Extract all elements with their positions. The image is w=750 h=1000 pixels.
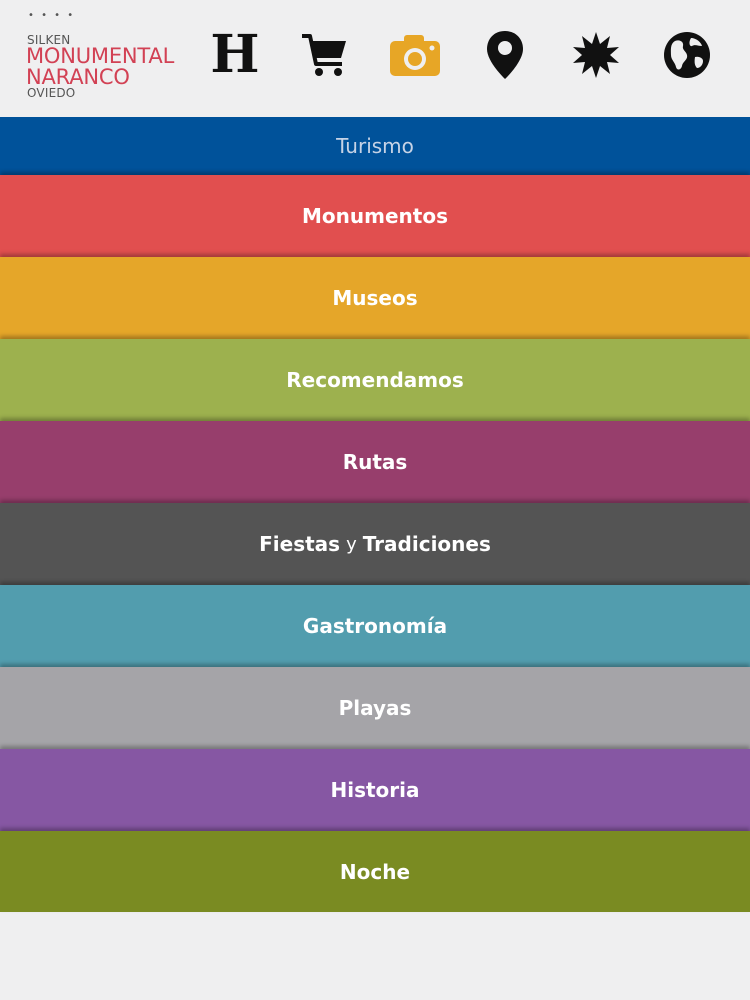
menu-item-playas[interactable]: Playas (0, 667, 750, 749)
menu-item-label: Fiestas (259, 532, 341, 556)
hotel-icon[interactable]: H (205, 25, 265, 85)
menu-title-label: Turismo (336, 134, 414, 158)
logo-dots: • • • • (28, 10, 76, 21)
menu-item-historia[interactable]: Historia (0, 749, 750, 831)
menu-item-label: Gastronomía (302, 614, 448, 638)
menu-item-label: Historia (330, 778, 420, 802)
menu-item-label: Tradiciones (362, 532, 491, 556)
logo-bottom-line: OVIEDO (27, 86, 76, 100)
menu-item-label: Noche (339, 859, 411, 884)
hotel-logo[interactable]: • • • • SILKEN MONUMENTAL NARANCO OVIEDO (26, 10, 201, 105)
app-header: • • • • SILKEN MONUMENTAL NARANCO OVIEDO… (0, 0, 750, 117)
logo-line-2: NARANCO (26, 65, 130, 89)
menu-item-label: Recomendamos (286, 368, 464, 392)
menu-item-monumentos[interactable]: Monumentos (0, 175, 750, 257)
menu-item-label: Monumentos (302, 204, 448, 228)
cart-icon[interactable] (295, 25, 355, 85)
logo-line-1: MONUMENTAL (26, 44, 175, 68)
camera-icon[interactable] (385, 25, 445, 85)
menu-item-label: Rutas (342, 450, 408, 474)
location-pin-icon[interactable] (475, 25, 535, 85)
menu-item-recomendamos[interactable]: Recomendamos (0, 339, 750, 421)
star-burst-icon[interactable] (566, 25, 626, 85)
menu-item-label: Museos (332, 286, 418, 310)
hotel-letter: H (210, 24, 260, 85)
menu-title-turismo: Turismo (0, 117, 750, 175)
menu-item-museos[interactable]: Museos (0, 257, 750, 339)
menu-item-conjunction: y (346, 533, 357, 555)
menu-item-rutas[interactable]: Rutas (0, 421, 750, 503)
menu-item-noche[interactable]: Noche (0, 831, 750, 912)
menu-item-fiestas-y-tradiciones[interactable]: Fiestas y Tradiciones (0, 503, 750, 585)
globe-icon[interactable] (657, 25, 717, 85)
menu-item-gastronomia[interactable]: Gastronomía (0, 585, 750, 667)
menu-item-label: Playas (338, 696, 412, 720)
